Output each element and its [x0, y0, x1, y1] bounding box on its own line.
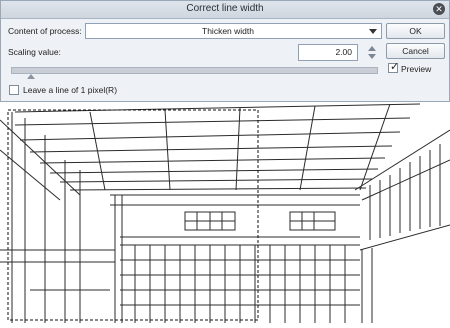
- dialog-title: Correct line width: [186, 3, 264, 14]
- scaling-value-label: Scaling value:: [8, 47, 61, 57]
- correct-line-width-dialog: Correct line width ✕ Content of process:…: [0, 0, 450, 102]
- cancel-button[interactable]: Cancel: [386, 43, 445, 59]
- scaling-value-input[interactable]: 2.00: [298, 44, 358, 61]
- preview-checkbox[interactable]: ✓: [388, 61, 400, 73]
- leave-line-label: Leave a line of 1 pixel(R): [23, 85, 118, 95]
- leave-line-checkbox[interactable]: [9, 85, 19, 95]
- dialog-titlebar[interactable]: Correct line width ✕: [1, 1, 449, 19]
- checkmark-icon: ✓: [390, 61, 400, 73]
- content-of-process-value: Thicken width: [202, 26, 254, 36]
- spin-down-icon[interactable]: [368, 54, 376, 59]
- content-of-process-label: Content of process:: [8, 26, 82, 36]
- preview-label: Preview: [401, 64, 432, 74]
- chevron-down-icon[interactable]: [369, 29, 377, 34]
- scaling-slider-track[interactable]: [11, 67, 378, 74]
- spin-up-icon[interactable]: [368, 46, 376, 51]
- content-of-process-select[interactable]: Thicken width: [85, 23, 382, 39]
- close-icon[interactable]: ✕: [433, 3, 445, 15]
- ok-button[interactable]: OK: [386, 23, 445, 39]
- scaling-slider-thumb[interactable]: [27, 74, 35, 79]
